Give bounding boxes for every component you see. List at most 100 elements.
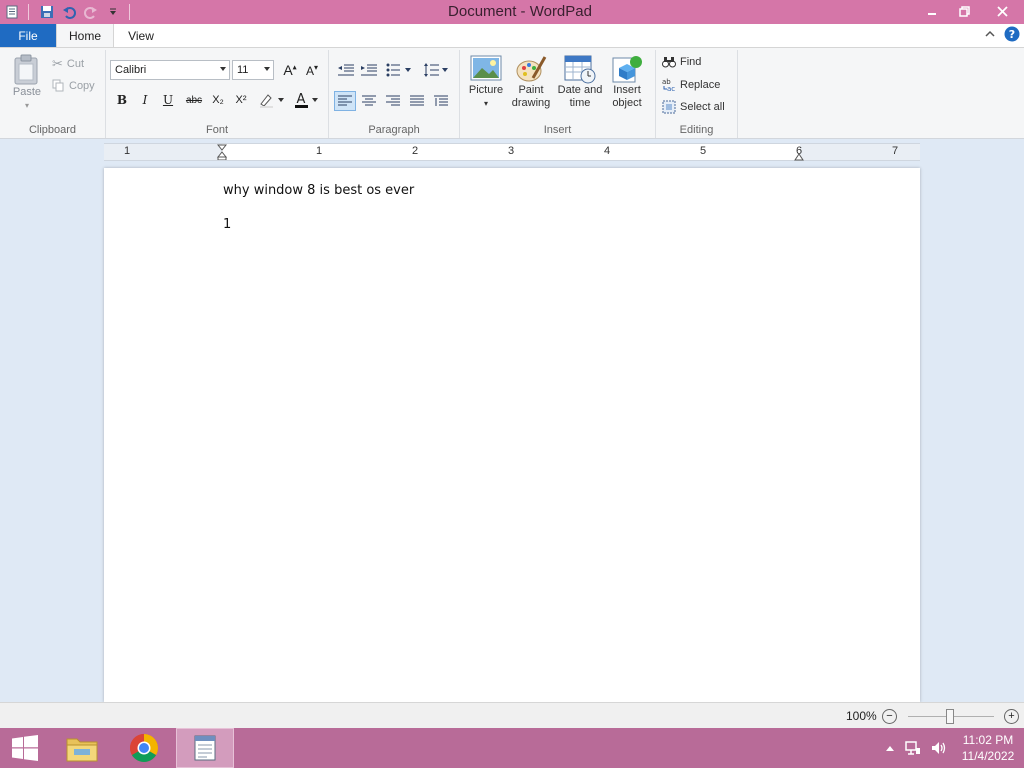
paragraph-icon	[434, 95, 448, 106]
grow-font-button[interactable]: A▴	[280, 60, 300, 80]
font-size-dropdown-icon	[264, 67, 270, 71]
align-center-icon	[362, 95, 376, 106]
align-center-button[interactable]	[358, 91, 380, 111]
network-icon[interactable]	[900, 740, 926, 756]
bullet-list-icon	[386, 63, 411, 77]
document-line: why window 8 is best os ever	[223, 183, 415, 198]
align-right-icon	[386, 95, 400, 106]
close-button[interactable]	[980, 0, 1024, 22]
paragraph-group-label: Paragraph	[368, 124, 420, 136]
taskbar-wordpad[interactable]	[176, 728, 234, 768]
document-page[interactable]: why window 8 is best os ever 1	[104, 168, 920, 702]
underline-button[interactable]: U	[158, 90, 178, 110]
ruler-number: 3	[508, 145, 515, 157]
justify-button[interactable]	[406, 91, 428, 111]
clipboard-group: Paste ▾ ✂ Cut Copy Clipboard	[0, 50, 106, 138]
start-button[interactable]	[0, 728, 50, 768]
bold-button[interactable]: B	[112, 90, 132, 110]
volume-icon[interactable]	[926, 740, 952, 756]
ruler-number: 1	[316, 145, 323, 157]
ribbon: Paste ▾ ✂ Cut Copy Clipboard Calibri 11 …	[0, 47, 1024, 139]
ruler-number: 5	[700, 145, 707, 157]
tab-file[interactable]: File	[0, 24, 56, 47]
cut-button[interactable]: ✂ Cut	[52, 56, 84, 72]
copy-icon	[52, 79, 64, 92]
paragraph-settings-button[interactable]	[430, 91, 452, 111]
paint-label-2: drawing	[511, 97, 551, 109]
calendar-clock-icon	[564, 55, 596, 84]
ruler[interactable]: 1 1 2 3 4 5 6 7	[104, 143, 920, 161]
decrease-indent-button[interactable]	[335, 60, 357, 80]
taskbar-file-explorer[interactable]	[54, 728, 110, 768]
help-icon[interactable]: ?	[1004, 26, 1020, 45]
line-spacing-button[interactable]	[421, 60, 451, 80]
ribbon-tabs: File Home View ?	[0, 24, 1024, 47]
picture-icon	[470, 55, 502, 81]
date-time-button[interactable]: Date and time	[556, 54, 604, 110]
tab-view[interactable]: View	[114, 24, 168, 47]
text-color-button[interactable]: A	[292, 90, 322, 110]
zoom-out-button[interactable]: −	[882, 709, 897, 724]
align-left-icon	[338, 95, 352, 106]
date-time-label-1: Date and	[557, 84, 603, 96]
paragraph-group: Paragraph	[329, 50, 460, 138]
ruler-number: 1	[124, 145, 131, 157]
font-family-value: Calibri	[115, 64, 147, 76]
insert-object-label-2: object	[612, 97, 642, 109]
superscript-button[interactable]: X²	[231, 90, 251, 110]
taskbar: 11:02 PM 11/4/2022	[0, 728, 1024, 768]
ruler-right-margin	[800, 144, 920, 160]
ruler-number: 4	[604, 145, 611, 157]
taskbar-chrome[interactable]	[116, 728, 172, 768]
shrink-font-icon: A▾	[305, 62, 319, 78]
show-hidden-icons-icon[interactable]	[880, 745, 900, 751]
zoom-in-button[interactable]: +	[1004, 709, 1019, 724]
zoom-level: 100%	[846, 709, 877, 723]
bullets-button[interactable]	[384, 60, 414, 80]
font-family-dropdown-icon	[220, 67, 226, 71]
picture-button[interactable]: Picture ▾	[466, 54, 506, 110]
highlight-color-button[interactable]	[256, 90, 286, 110]
insert-object-label-1: Insert	[613, 84, 641, 96]
windows-logo-icon	[12, 735, 38, 761]
subscript-button[interactable]: X₂	[208, 90, 228, 110]
minimize-button[interactable]	[916, 0, 948, 22]
font-group: Calibri 11 A▴ A▾ B I U abc X₂ X² A Font	[106, 50, 329, 138]
font-group-label: Font	[205, 124, 228, 136]
minimize-ribbon-icon[interactable]	[984, 28, 996, 43]
select-all-label: Select all	[680, 101, 725, 113]
copy-button[interactable]: Copy	[52, 79, 95, 92]
paste-button[interactable]: Paste ▾	[8, 54, 46, 112]
tab-home[interactable]: Home	[56, 24, 114, 47]
wordpad-icon	[194, 735, 216, 761]
picture-label: Picture	[468, 84, 504, 96]
align-left-button[interactable]	[334, 91, 356, 111]
highlighter-icon	[260, 94, 284, 108]
svg-text:?: ?	[1009, 28, 1015, 41]
italic-button[interactable]: I	[135, 90, 155, 110]
paint-drawing-button[interactable]: Paint drawing	[508, 54, 554, 110]
document-line: 1	[223, 217, 232, 232]
shrink-font-button[interactable]: A▾	[302, 60, 322, 80]
strikethrough-button[interactable]: abc	[182, 90, 206, 110]
find-button[interactable]: Find	[662, 56, 701, 68]
title-bar: Document - WordPad	[0, 0, 1024, 24]
svg-text:A: A	[297, 92, 306, 107]
grow-font-icon: A▴	[283, 62, 297, 78]
increase-indent-button[interactable]	[358, 60, 380, 80]
ruler-left-margin	[104, 144, 222, 160]
zoom-slider-thumb[interactable]	[946, 709, 954, 724]
binoculars-icon	[662, 57, 676, 68]
align-right-button[interactable]	[382, 91, 404, 111]
select-all-button[interactable]: Select all	[662, 100, 725, 114]
font-size-combo[interactable]: 11	[232, 60, 274, 80]
first-line-indent-marker[interactable]	[216, 144, 228, 163]
select-all-icon	[662, 100, 676, 114]
restore-button[interactable]	[948, 0, 980, 22]
insert-object-button[interactable]: Insert object	[606, 54, 648, 110]
clock[interactable]: 11:02 PM 11/4/2022	[952, 732, 1024, 764]
font-family-combo[interactable]: Calibri	[110, 60, 230, 80]
line-spacing-icon	[424, 63, 448, 77]
replace-button[interactable]: ab ac Replace	[662, 78, 720, 92]
ruler-number: 2	[412, 145, 419, 157]
